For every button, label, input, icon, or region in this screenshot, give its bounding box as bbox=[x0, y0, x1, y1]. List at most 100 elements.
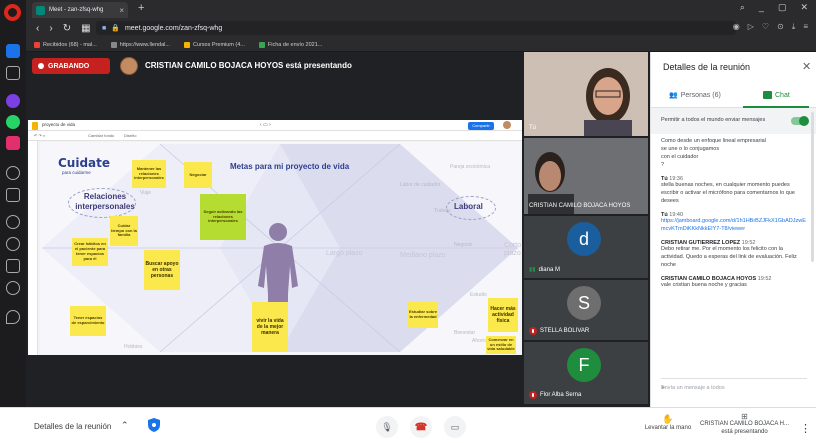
tab-close-icon[interactable]: × bbox=[119, 6, 124, 15]
area-relaciones: Relaciones interpersonales bbox=[75, 192, 135, 211]
chat-line: Como desde un enfoque lineal empresarial bbox=[661, 138, 766, 144]
bookmark-item[interactable]: Recibidos (68) - mal... bbox=[34, 41, 97, 48]
forward-icon[interactable]: › bbox=[49, 23, 52, 34]
undo-icon[interactable]: ↶ ↷ ⌕ bbox=[34, 133, 45, 138]
speaking-icon: ▮▮ bbox=[529, 267, 536, 273]
hangup-button[interactable]: ☎ bbox=[410, 416, 432, 438]
history-icon[interactable] bbox=[6, 166, 20, 180]
raise-hand-button[interactable]: ✋ Levantar la mano bbox=[640, 414, 696, 431]
player-icon[interactable] bbox=[6, 188, 20, 202]
faint-label: Trabajo bbox=[434, 208, 451, 214]
chevron-up-icon[interactable]: ⌃ bbox=[121, 420, 129, 431]
bookmark-item[interactable]: https://www.llendal... bbox=[110, 41, 170, 48]
messenger-icon[interactable] bbox=[6, 94, 20, 108]
instagram-icon[interactable] bbox=[6, 136, 20, 150]
downloads-icon[interactable] bbox=[6, 259, 20, 273]
present-status: está presentando bbox=[721, 428, 768, 435]
video-camera-icon: ▭ bbox=[450, 421, 460, 432]
sticky-note[interactable]: Hacer más actividad física bbox=[488, 298, 518, 332]
gmail-icon bbox=[34, 41, 40, 48]
participant-tile-self[interactable]: Tú bbox=[524, 52, 648, 136]
bookmarks-icon[interactable] bbox=[6, 215, 20, 229]
presenting-button[interactable]: ⊞ CRISTIAN CAMILO BOJACA H... está prese… bbox=[697, 412, 792, 437]
chat-messages: Como desde un enfoque lineal empresarial… bbox=[661, 138, 807, 290]
address-bar-tools: ◉ ▷ ♡ ⊙ ⤓ ≡ bbox=[733, 22, 808, 32]
recording-badge[interactable]: GRABANDO bbox=[32, 58, 110, 74]
share-button[interactable]: Compartir bbox=[468, 122, 494, 130]
people-icon: 👥 bbox=[669, 92, 678, 99]
participant-tile-diana[interactable]: d ▮▮ diana M bbox=[524, 216, 648, 278]
bookmark-label: https://www.llendal... bbox=[119, 41, 170, 48]
extensions-icon[interactable]: ⊙ bbox=[777, 22, 784, 32]
sticky-note[interactable]: Crear hábitos en el paciente para tener … bbox=[72, 238, 108, 266]
allow-messages-label: Permitir a todos el mundo enviar mensaje… bbox=[661, 117, 766, 123]
bookmark-item[interactable]: Ficha de envío 2021... bbox=[258, 41, 323, 48]
snapshot-icon[interactable]: ▷ bbox=[748, 22, 754, 32]
url-field[interactable]: ■ 🔒 meet.google.com/zan-zfsq-whg bbox=[96, 21, 736, 35]
sticky-note[interactable]: Negociar bbox=[184, 162, 212, 188]
close-window-icon[interactable]: ✕ bbox=[800, 2, 808, 13]
camera-button[interactable]: ▭ bbox=[444, 416, 466, 438]
panel-title: Detalles de la reunión bbox=[663, 62, 751, 72]
participant-tile-stella[interactable]: S STELLA BOLIVAR bbox=[524, 280, 648, 340]
sticky-note[interactable]: Comenzar en un estilo de vida saludable bbox=[486, 336, 516, 354]
participant-tile-presenter[interactable]: CRISTIAN CAMILO BOJACA HOYOS bbox=[524, 138, 648, 214]
tab-meet[interactable]: Meet - zan-zfsq-whg × bbox=[32, 2, 128, 18]
tool-change-bg[interactable]: Cambiar fondo bbox=[88, 133, 114, 138]
shield-icon[interactable] bbox=[148, 418, 160, 432]
camera-indicator-icon[interactable]: ◉ bbox=[733, 22, 740, 32]
chat-input[interactable]: Envía un mensaje a todos ➤ bbox=[661, 378, 807, 394]
sticky-note[interactable]: Tener espacios de esparcimiento bbox=[70, 306, 106, 336]
menu-icon[interactable]: ≡ bbox=[803, 22, 808, 32]
address-bar: ‹ › ↻ ▦ ■ 🔒 meet.google.com/zan-zfsq-whg… bbox=[26, 18, 816, 38]
sticky-note[interactable]: vivir la vida de la mejor manera bbox=[252, 302, 288, 352]
faint-label: Viaje bbox=[140, 190, 152, 196]
close-icon[interactable]: ✕ bbox=[802, 60, 811, 73]
browser-sidebar bbox=[0, 0, 26, 443]
sticky-note[interactable]: Mantener las relaciones interpersonales bbox=[132, 160, 166, 188]
location-icon[interactable] bbox=[6, 310, 20, 324]
speed-dial-grid-icon[interactable]: ▦ bbox=[81, 23, 90, 34]
minimize-icon[interactable]: _ bbox=[759, 2, 764, 13]
tab-people[interactable]: 👥 Personas (6) bbox=[669, 91, 721, 100]
mic-button[interactable]: 🎙 bbox=[376, 416, 398, 438]
chat-link[interactable]: https://jamboard.google.com/d/1h1HBrBZJF… bbox=[661, 218, 807, 234]
bookmark-label: Ficha de envío 2021... bbox=[267, 41, 323, 48]
search-icon[interactable]: ⌕ bbox=[740, 2, 745, 13]
sticky-note[interactable]: Cuidar tiempo con la familia bbox=[110, 216, 138, 246]
heart-icon[interactable]: ♡ bbox=[762, 22, 769, 32]
tool-layout[interactable]: Diseño bbox=[124, 133, 136, 138]
bookmark-label: Recibidos (68) - mal... bbox=[43, 41, 97, 48]
back-icon[interactable]: ‹ bbox=[36, 23, 39, 34]
chat-line: se une o lo conjugamos bbox=[661, 145, 720, 152]
meet-control-bar: Detalles de la reunión ⌃ 🎙 ☎ ▭ ✋ Levanta… bbox=[0, 407, 816, 443]
sticky-note[interactable]: Estudiar sobre la enfermedad bbox=[408, 302, 438, 328]
download-icon[interactable]: ⤓ bbox=[792, 22, 796, 32]
maximize-icon[interactable]: ▢ bbox=[778, 2, 787, 13]
speed-dial-icon[interactable] bbox=[6, 44, 20, 58]
tab-chat[interactable]: Chat bbox=[763, 91, 790, 99]
screen: Meet - zan-zfsq-whg × + ⌕ _ ▢ ✕ ‹ › ↻ ▦ … bbox=[0, 0, 816, 443]
send-icon[interactable]: ➤ bbox=[661, 385, 666, 391]
opera-logo-icon[interactable] bbox=[4, 4, 21, 21]
chat-scrollbar[interactable] bbox=[811, 112, 814, 262]
faint-label: Hobbies bbox=[124, 344, 143, 350]
participant-tile-flor[interactable]: F Flor Alba Serna bbox=[524, 342, 648, 404]
reload-icon[interactable]: ↻ bbox=[63, 23, 71, 34]
clock-icon[interactable] bbox=[6, 237, 20, 251]
account-avatar bbox=[503, 121, 511, 129]
avatar: S bbox=[567, 286, 601, 320]
more-options-icon[interactable]: ⋮ bbox=[800, 422, 811, 435]
home-icon[interactable] bbox=[6, 66, 20, 80]
whatsapp-icon[interactable] bbox=[6, 115, 20, 129]
sticky-note[interactable]: Buscar apoyo en otras personas bbox=[144, 250, 180, 290]
settings-icon[interactable] bbox=[6, 281, 20, 295]
sticky-note[interactable]: Seguir activando las relaciones interper… bbox=[200, 194, 246, 240]
record-dot-icon bbox=[38, 63, 44, 69]
meeting-details-button[interactable]: Detalles de la reunión bbox=[34, 422, 111, 431]
slides-header: proyecto de vida ‹ ▭ › Compartir bbox=[28, 120, 522, 131]
allow-messages-toggle[interactable] bbox=[791, 116, 809, 126]
bookmark-item[interactable]: Cursos Premium (4... bbox=[183, 41, 245, 48]
new-tab-icon[interactable]: + bbox=[138, 2, 144, 14]
slides-logo-icon bbox=[32, 122, 38, 130]
